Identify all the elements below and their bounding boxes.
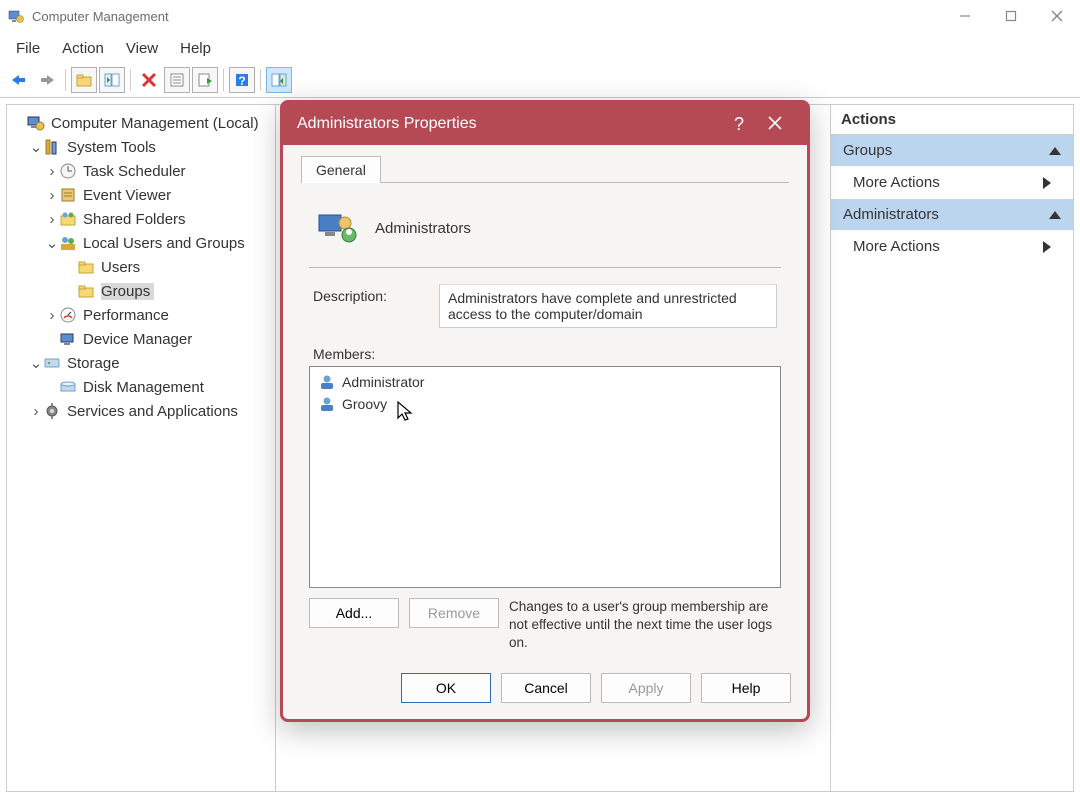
description-field[interactable]: Administrators have complete and unrestr…: [439, 284, 777, 328]
collapse-icon: [1049, 147, 1061, 155]
tree-services-apps[interactable]: › Services and Applications: [11, 399, 271, 423]
tree-local-users-groups[interactable]: ⌄ Local Users and Groups: [11, 231, 271, 255]
properties-dialog: Administrators Properties ? General Admi…: [280, 100, 810, 722]
chevron-right-icon[interactable]: ›: [45, 187, 59, 204]
group-icon: [315, 207, 357, 249]
dialog-help-button[interactable]: ?: [721, 114, 757, 135]
user-icon: [318, 395, 336, 413]
navigation-tree[interactable]: Computer Management (Local) ⌄ System Too…: [6, 104, 276, 792]
folder-icon: [77, 258, 95, 276]
apply-button[interactable]: Apply: [601, 673, 691, 703]
chevron-down-icon[interactable]: ⌄: [29, 354, 43, 372]
member-item[interactable]: Groovy: [314, 393, 776, 415]
tree-system-tools[interactable]: ⌄ System Tools: [11, 135, 271, 159]
chevron-down-icon[interactable]: ⌄: [29, 138, 43, 156]
tree-groups[interactable]: Groups: [11, 279, 271, 303]
svg-text:?: ?: [238, 74, 245, 88]
users-groups-icon: [59, 234, 77, 252]
dialog-title: Administrators Properties: [297, 115, 477, 133]
help-button[interactable]: ?: [229, 67, 255, 93]
app-icon: [8, 8, 24, 24]
chevron-right-icon[interactable]: ›: [45, 307, 59, 324]
tree-root[interactable]: Computer Management (Local): [11, 111, 271, 135]
device-manager-icon: [59, 330, 77, 348]
show-hide-tree-button[interactable]: [99, 67, 125, 93]
actions-title: Actions: [831, 105, 1073, 135]
event-viewer-icon: [59, 186, 77, 204]
action-pane-toggle[interactable]: [266, 67, 292, 93]
window-title: Computer Management: [32, 9, 169, 24]
chevron-right-icon: [1043, 241, 1051, 253]
forward-button[interactable]: [34, 67, 60, 93]
members-label: Members:: [309, 338, 781, 366]
menu-file[interactable]: File: [6, 36, 50, 61]
tree-performance[interactable]: › Performance: [11, 303, 271, 327]
collapse-icon: [1049, 211, 1061, 219]
chevron-down-icon[interactable]: ⌄: [45, 234, 59, 252]
actions-pane: Actions Groups More Actions Administrato…: [830, 104, 1074, 792]
delete-button[interactable]: [136, 67, 162, 93]
maximize-button[interactable]: [988, 0, 1034, 32]
ok-button[interactable]: OK: [401, 673, 491, 703]
remove-button[interactable]: Remove: [409, 598, 499, 628]
chevron-right-icon[interactable]: ›: [45, 211, 59, 228]
tree-disk-management[interactable]: Disk Management: [11, 375, 271, 399]
dialog-help-footer-button[interactable]: Help: [701, 673, 791, 703]
tree-device-manager[interactable]: Device Manager: [11, 327, 271, 351]
clock-icon: [59, 162, 77, 180]
members-list[interactable]: Administrator Groovy: [309, 366, 781, 588]
tree-users[interactable]: Users: [11, 255, 271, 279]
folder-button[interactable]: [71, 67, 97, 93]
services-icon: [43, 402, 61, 420]
member-item[interactable]: Administrator: [314, 371, 776, 393]
menu-view[interactable]: View: [116, 36, 168, 61]
tree-event-viewer[interactable]: › Event Viewer: [11, 183, 271, 207]
close-button[interactable]: [1034, 0, 1080, 32]
export-list-button[interactable]: [192, 67, 218, 93]
add-button[interactable]: Add...: [309, 598, 399, 628]
actions-section-groups[interactable]: Groups: [831, 135, 1073, 166]
tree-storage[interactable]: ⌄ Storage: [11, 351, 271, 375]
properties-button[interactable]: [164, 67, 190, 93]
menu-help[interactable]: Help: [170, 36, 221, 61]
menubar: File Action View Help: [0, 32, 1080, 65]
menu-action[interactable]: Action: [52, 36, 114, 61]
storage-icon: [43, 354, 61, 372]
computer-management-icon: [27, 114, 45, 132]
description-label: Description:: [313, 284, 417, 304]
disk-management-icon: [59, 378, 77, 396]
tree-task-scheduler[interactable]: › Task Scheduler: [11, 159, 271, 183]
dialog-close-button[interactable]: [757, 114, 793, 135]
minimize-button[interactable]: [942, 0, 988, 32]
actions-more-groups[interactable]: More Actions: [831, 166, 1073, 199]
chevron-right-icon[interactable]: ›: [45, 163, 59, 180]
chevron-right-icon[interactable]: ›: [29, 403, 43, 420]
group-name: Administrators: [375, 220, 471, 237]
system-tools-icon: [43, 138, 61, 156]
toolbar: ?: [0, 65, 1080, 98]
performance-icon: [59, 306, 77, 324]
dialog-titlebar: Administrators Properties ?: [283, 103, 807, 145]
actions-section-administrators[interactable]: Administrators: [831, 199, 1073, 230]
cancel-button[interactable]: Cancel: [501, 673, 591, 703]
back-button[interactable]: [6, 67, 32, 93]
membership-note: Changes to a user's group membership are…: [509, 598, 781, 653]
tree-shared-folders[interactable]: › Shared Folders: [11, 207, 271, 231]
chevron-right-icon: [1043, 177, 1051, 189]
tab-general[interactable]: General: [301, 156, 381, 183]
actions-more-administrators[interactable]: More Actions: [831, 230, 1073, 263]
shared-folders-icon: [59, 210, 77, 228]
user-icon: [318, 373, 336, 391]
window-titlebar: Computer Management: [0, 0, 1080, 32]
folder-icon: [77, 282, 95, 300]
